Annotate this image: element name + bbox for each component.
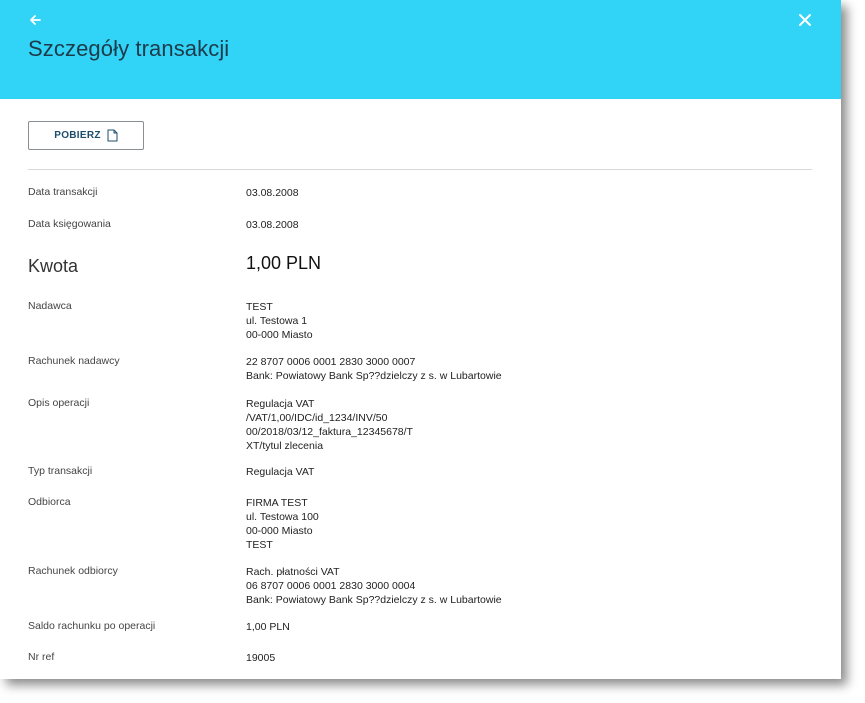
balance-after-label: Saldo rachunku po operacji [28, 620, 156, 632]
page-title: Szczegóły transakcji [28, 36, 230, 61]
download-button-label: POBIERZ [54, 130, 101, 141]
operation-description-line: /VAT/1,00/IDC/id_1234/INV/50 [246, 412, 388, 424]
sender-label: Nadawca [28, 300, 72, 312]
sender-line: 00-000 Miasto [246, 329, 313, 341]
recipient-line: ul. Testowa 100 [246, 511, 319, 523]
amount-value: 1,00 PLN [246, 253, 322, 273]
sender-account-label: Rachunek nadawcy [28, 355, 120, 367]
operation-description-line: Regulacja VAT [246, 398, 315, 410]
booking-date-label: Data księgowania [28, 218, 111, 230]
dialog-header: Szczegóły transakcji [0, 0, 841, 99]
download-button[interactable]: POBIERZ [28, 121, 144, 150]
document-icon [107, 129, 118, 142]
operation-description-label: Opis operacji [28, 397, 90, 409]
transaction-type-label: Typ transakcji [28, 465, 93, 477]
divider [28, 169, 812, 170]
recipient-account-line: 06 8707 0006 0001 2830 3000 0004 [246, 580, 416, 592]
transaction-date-value: 03.08.2008 [246, 187, 299, 199]
operation-description-line: XT/tytul zlecenia [246, 440, 324, 452]
transaction-type-value: Regulacja VAT [246, 466, 315, 478]
arrow-left-icon [30, 15, 41, 25]
transaction-details-dialog: Szczegóły transakcji POBIERZ Data transa… [0, 0, 841, 679]
recipient-line: FIRMA TEST [246, 497, 308, 509]
sender-account-value: 22 8707 0006 0001 2830 3000 0007 Bank: P… [246, 355, 502, 383]
sender-value: TEST ul. Testowa 1 00-000 Miasto [246, 300, 313, 342]
sender-line: TEST [246, 301, 273, 313]
recipient-account-line: Rach. płatności VAT [246, 566, 340, 578]
recipient-account-value: Rach. płatności VAT 06 8707 0006 0001 28… [246, 565, 502, 607]
transaction-date-label: Data transakcji [28, 186, 98, 198]
sender-account-line: 22 8707 0006 0001 2830 3000 0007 [246, 356, 416, 368]
reference-value: 19005 [246, 652, 276, 664]
operation-description-value: Regulacja VAT /VAT/1,00/IDC/id_1234/INV/… [246, 397, 413, 453]
recipient-account-label: Rachunek odbiorcy [28, 565, 118, 577]
close-button[interactable] [795, 10, 815, 30]
sender-line: ul. Testowa 1 [246, 315, 308, 327]
recipient-line: TEST [246, 539, 273, 551]
booking-date-value: 03.08.2008 [246, 219, 299, 231]
operation-description-line: 00/2018/03/12_faktura_12345678/T [246, 426, 413, 438]
recipient-line: 00-000 Miasto [246, 525, 313, 537]
balance-after-value: 1,00 PLN [246, 621, 290, 633]
reference-label: Nr ref [28, 651, 55, 663]
close-icon [799, 14, 811, 26]
sender-account-line: Bank: Powiatowy Bank Sp??dzielczy z s. w… [246, 370, 502, 382]
recipient-value: FIRMA TEST ul. Testowa 100 00-000 Miasto… [246, 496, 319, 552]
amount-label: Kwota [28, 256, 79, 276]
recipient-label: Odbiorca [28, 496, 71, 508]
recipient-account-line: Bank: Powiatowy Bank Sp??dzielczy z s. w… [246, 594, 502, 606]
back-button[interactable] [26, 10, 46, 30]
